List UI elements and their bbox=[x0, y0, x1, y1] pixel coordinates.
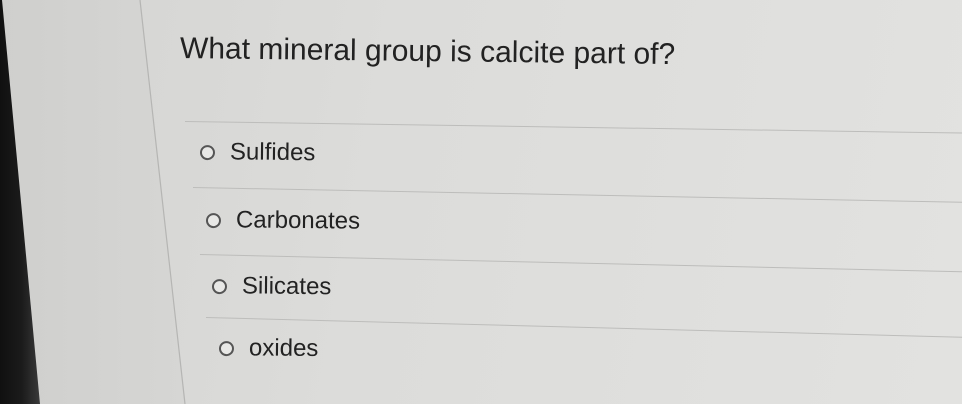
screen: What mineral group is calcite part of? S… bbox=[0, 0, 962, 404]
option-label: Sulfides bbox=[229, 138, 316, 167]
option-sulfides[interactable]: Sulfides bbox=[199, 138, 316, 167]
option-label: Silicates bbox=[241, 272, 332, 301]
option-label: Carbonates bbox=[235, 206, 361, 235]
option-silicates[interactable]: Silicates bbox=[211, 272, 332, 301]
divider bbox=[192, 187, 962, 203]
divider bbox=[199, 254, 962, 273]
radio-button[interactable] bbox=[199, 144, 216, 160]
option-label: oxides bbox=[248, 334, 319, 363]
radio-button[interactable] bbox=[218, 340, 235, 356]
divider bbox=[205, 317, 962, 338]
radio-button[interactable] bbox=[211, 278, 228, 294]
divider bbox=[184, 121, 962, 134]
option-oxides[interactable]: oxides bbox=[218, 334, 319, 363]
question-card: What mineral group is calcite part of? S… bbox=[140, 0, 962, 404]
option-carbonates[interactable]: Carbonates bbox=[205, 206, 361, 236]
radio-button[interactable] bbox=[205, 212, 222, 228]
question-title: What mineral group is calcite part of? bbox=[179, 32, 676, 72]
